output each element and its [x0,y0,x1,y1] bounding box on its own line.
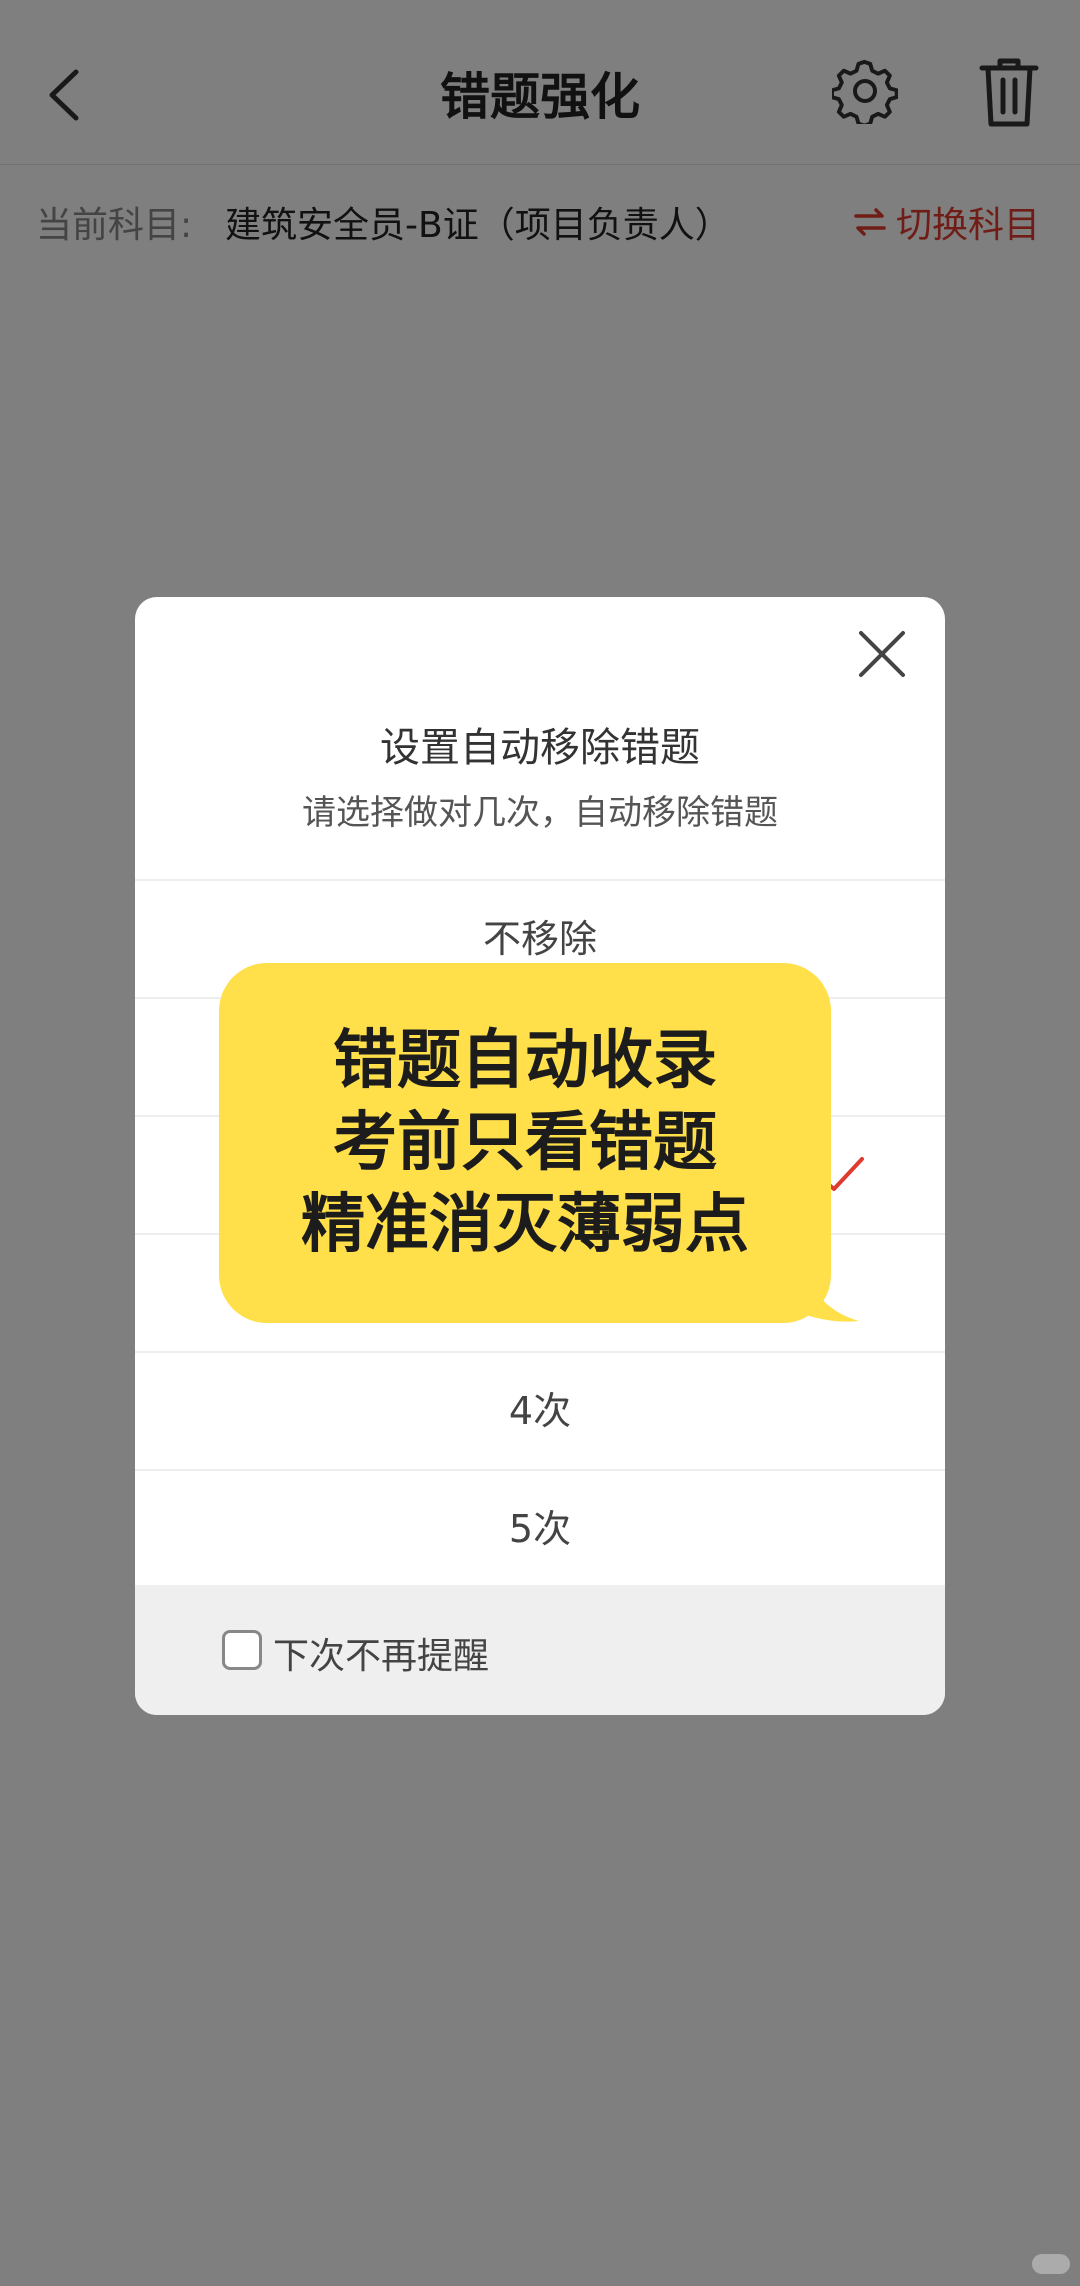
close-button[interactable] [857,629,907,679]
dialog-title: 设置自动移除错题 [380,725,700,771]
dialog-footer: 下次不再提醒 [135,1585,945,1715]
option-label: 不移除 [482,917,597,961]
option-5-times[interactable]: 5次 [135,1469,945,1587]
option-label: 4次 [508,1389,572,1433]
promo-line: 错题自动收录 [333,1024,717,1098]
promo-line: 考前只看错题 [333,1106,717,1180]
dialog-subtitle: 请选择做对几次，自动移除错题 [302,793,778,833]
dont-remind-label[interactable]: 下次不再提醒 [273,1627,489,1679]
option-4-times[interactable]: 4次 [135,1351,945,1469]
promo-text-box: 错题自动收录 考前只看错题 精准消灭薄弱点 [219,963,831,1323]
promo-line: 精准消灭薄弱点 [301,1188,749,1262]
promo-bubble: 错题自动收录 考前只看错题 精准消灭薄弱点 [219,963,861,1325]
dont-remind-checkbox[interactable] [222,1630,262,1670]
close-icon [859,631,905,677]
watermark [1032,2254,1070,2274]
option-label: 5次 [508,1507,572,1551]
